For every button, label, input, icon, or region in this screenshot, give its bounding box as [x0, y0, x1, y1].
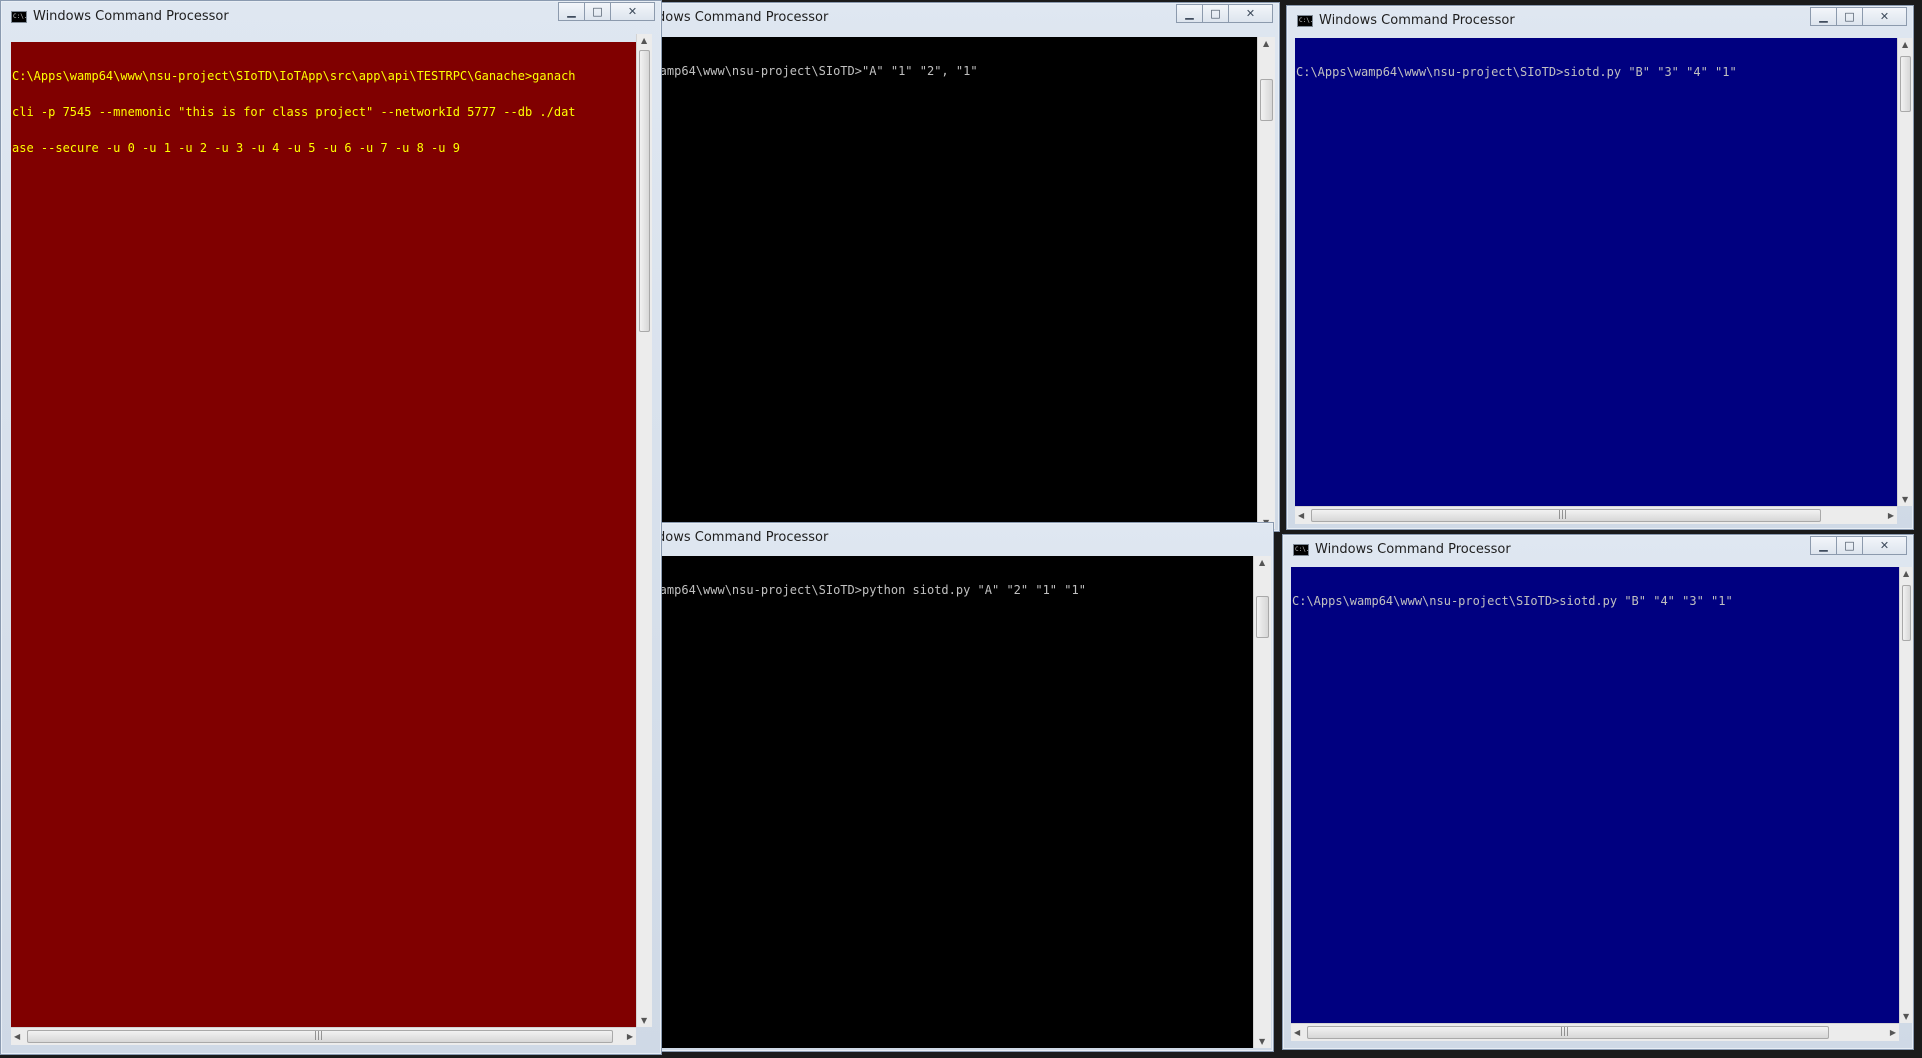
- scroll-left-arrow-icon[interactable]: ◀: [14, 1032, 20, 1041]
- scroll-thumb[interactable]: [1900, 56, 1911, 112]
- window-controls: ▁ □ ✕: [558, 2, 655, 22]
- minimize-button[interactable]: ▁: [1810, 536, 1837, 555]
- scroll-thumb[interactable]: |||: [1311, 509, 1821, 522]
- scroll-thumb[interactable]: [639, 50, 650, 332]
- window-title: Windows Command Processor: [33, 9, 229, 24]
- title-bar[interactable]: dows Command Processor ▁ □ ✕: [633, 3, 1279, 33]
- console-line: s\wamp64\www\nsu-project\SIoTD>"A" "1" "…: [638, 64, 978, 78]
- scroll-thumb[interactable]: |||: [1307, 1026, 1829, 1039]
- maximize-button[interactable]: □: [1836, 7, 1863, 26]
- window-title: dows Command Processor: [657, 10, 829, 25]
- close-button[interactable]: ✕: [1862, 7, 1907, 26]
- window-title: Windows Command Processor: [1315, 542, 1511, 557]
- window-title: Windows Command Processor: [1319, 13, 1515, 28]
- cmd-window-middle-bottom[interactable]: dows Command Processor s\wamp64\www\nsu-…: [632, 522, 1274, 1052]
- console-line: ase --secure -u 0 -u 1 -u 2 -u 3 -u 4 -u…: [12, 141, 460, 155]
- window-title: dows Command Processor: [657, 530, 829, 545]
- console-app-icon: C:\.: [1297, 15, 1313, 27]
- console-line: C:\Apps\wamp64\www\nsu-project\SIoTD>sio…: [1296, 65, 1737, 79]
- vertical-scrollbar[interactable]: ▲ ▼: [1257, 37, 1275, 529]
- title-bar[interactable]: C:\. Windows Command Processor ▁ □ ✕: [1283, 535, 1913, 565]
- scroll-thumb[interactable]: [1256, 596, 1269, 638]
- horizontal-scrollbar[interactable]: ◀ ||| ▶: [1291, 1023, 1899, 1041]
- scroll-thumb[interactable]: |||: [27, 1030, 613, 1043]
- minimize-button[interactable]: ▁: [1176, 4, 1203, 23]
- maximize-button[interactable]: □: [584, 2, 611, 21]
- scroll-down-arrow-icon[interactable]: ▼: [1903, 1012, 1909, 1021]
- vertical-scrollbar[interactable]: ▲ ▼: [1897, 38, 1913, 506]
- grip-icon: |||: [1560, 1027, 1570, 1037]
- console-line: C:\Apps\wamp64\www\nsu-project\SIoTD\IoT…: [12, 69, 576, 83]
- vertical-scrollbar[interactable]: ▲ ▼: [636, 34, 652, 1027]
- vertical-scrollbar[interactable]: ▲ ▼: [1899, 567, 1913, 1023]
- scroll-down-arrow-icon[interactable]: ▼: [641, 1016, 647, 1025]
- title-bar[interactable]: C:\. Windows Command Processor ▁ □ ✕: [1, 1, 661, 31]
- console-output[interactable]: C:\Apps\wamp64\www\nsu-project\SIoTD>sio…: [1295, 38, 1897, 506]
- vertical-scrollbar[interactable]: ▲ ▼: [1253, 556, 1271, 1048]
- scroll-up-arrow-icon[interactable]: ▲: [1902, 40, 1908, 49]
- title-bar[interactable]: C:\. Windows Command Processor ▁ □ ✕: [1287, 6, 1913, 36]
- scroll-down-arrow-icon[interactable]: ▼: [1259, 1037, 1265, 1046]
- cmd-window-right-top[interactable]: C:\. Windows Command Processor ▁ □ ✕ C:\…: [1286, 5, 1914, 530]
- console-output[interactable]: C:\Apps\wamp64\www\nsu-project\SIoTD\IoT…: [11, 42, 636, 1027]
- close-button[interactable]: ✕: [1228, 4, 1273, 23]
- horizontal-scrollbar[interactable]: ◀ ||| ▶: [1295, 506, 1897, 524]
- grip-icon: |||: [314, 1031, 324, 1041]
- title-bar[interactable]: dows Command Processor: [633, 523, 1273, 553]
- scroll-down-arrow-icon[interactable]: ▼: [1902, 495, 1908, 504]
- console-line: C:\Apps\wamp64\www\nsu-project\SIoTD>sio…: [1292, 594, 1733, 608]
- grip-icon: |||: [1558, 510, 1568, 520]
- scroll-up-arrow-icon[interactable]: ▲: [1259, 558, 1265, 567]
- console-output[interactable]: C:\Apps\wamp64\www\nsu-project\SIoTD>sio…: [1291, 567, 1899, 1023]
- window-controls: ▁ □ ✕: [1810, 7, 1907, 27]
- console-output[interactable]: s\wamp64\www\nsu-project\SIoTD>python si…: [637, 556, 1253, 1048]
- minimize-button[interactable]: ▁: [1810, 7, 1837, 26]
- window-controls: ▁ □ ✕: [1810, 536, 1907, 556]
- scroll-thumb[interactable]: [1260, 79, 1273, 121]
- scroll-right-arrow-icon[interactable]: ▶: [627, 1032, 633, 1041]
- scroll-up-arrow-icon[interactable]: ▲: [1903, 569, 1909, 578]
- scroll-left-arrow-icon[interactable]: ◀: [1294, 1028, 1300, 1037]
- horizontal-scrollbar[interactable]: ◀ ||| ▶: [11, 1027, 636, 1045]
- console-app-icon: C:\.: [11, 11, 27, 23]
- console-output[interactable]: s\wamp64\www\nsu-project\SIoTD>"A" "1" "…: [637, 37, 1257, 529]
- scroll-left-arrow-icon[interactable]: ◀: [1298, 511, 1304, 520]
- scroll-thumb[interactable]: [1902, 585, 1911, 641]
- console-app-icon: C:\.: [1293, 544, 1309, 556]
- close-button[interactable]: ✕: [1862, 536, 1907, 555]
- cmd-window-middle-top[interactable]: dows Command Processor ▁ □ ✕ s\wamp64\ww…: [632, 2, 1280, 532]
- close-button[interactable]: ✕: [610, 2, 655, 21]
- maximize-button[interactable]: □: [1202, 4, 1229, 23]
- scroll-right-arrow-icon[interactable]: ▶: [1890, 1028, 1896, 1037]
- maximize-button[interactable]: □: [1836, 536, 1863, 555]
- console-line: s\wamp64\www\nsu-project\SIoTD>python si…: [638, 583, 1086, 597]
- scroll-right-arrow-icon[interactable]: ▶: [1888, 511, 1894, 520]
- scroll-up-arrow-icon[interactable]: ▲: [1263, 39, 1269, 48]
- cmd-window-left[interactable]: C:\. Windows Command Processor ▁ □ ✕ C:\…: [0, 0, 662, 1055]
- window-controls: ▁ □ ✕: [1176, 4, 1273, 24]
- console-line: cli -p 7545 --mnemonic "this is for clas…: [12, 105, 576, 119]
- minimize-button[interactable]: ▁: [558, 2, 585, 21]
- cmd-window-right-bottom[interactable]: C:\. Windows Command Processor ▁ □ ✕ C:\…: [1282, 534, 1914, 1050]
- scroll-up-arrow-icon[interactable]: ▲: [641, 36, 647, 45]
